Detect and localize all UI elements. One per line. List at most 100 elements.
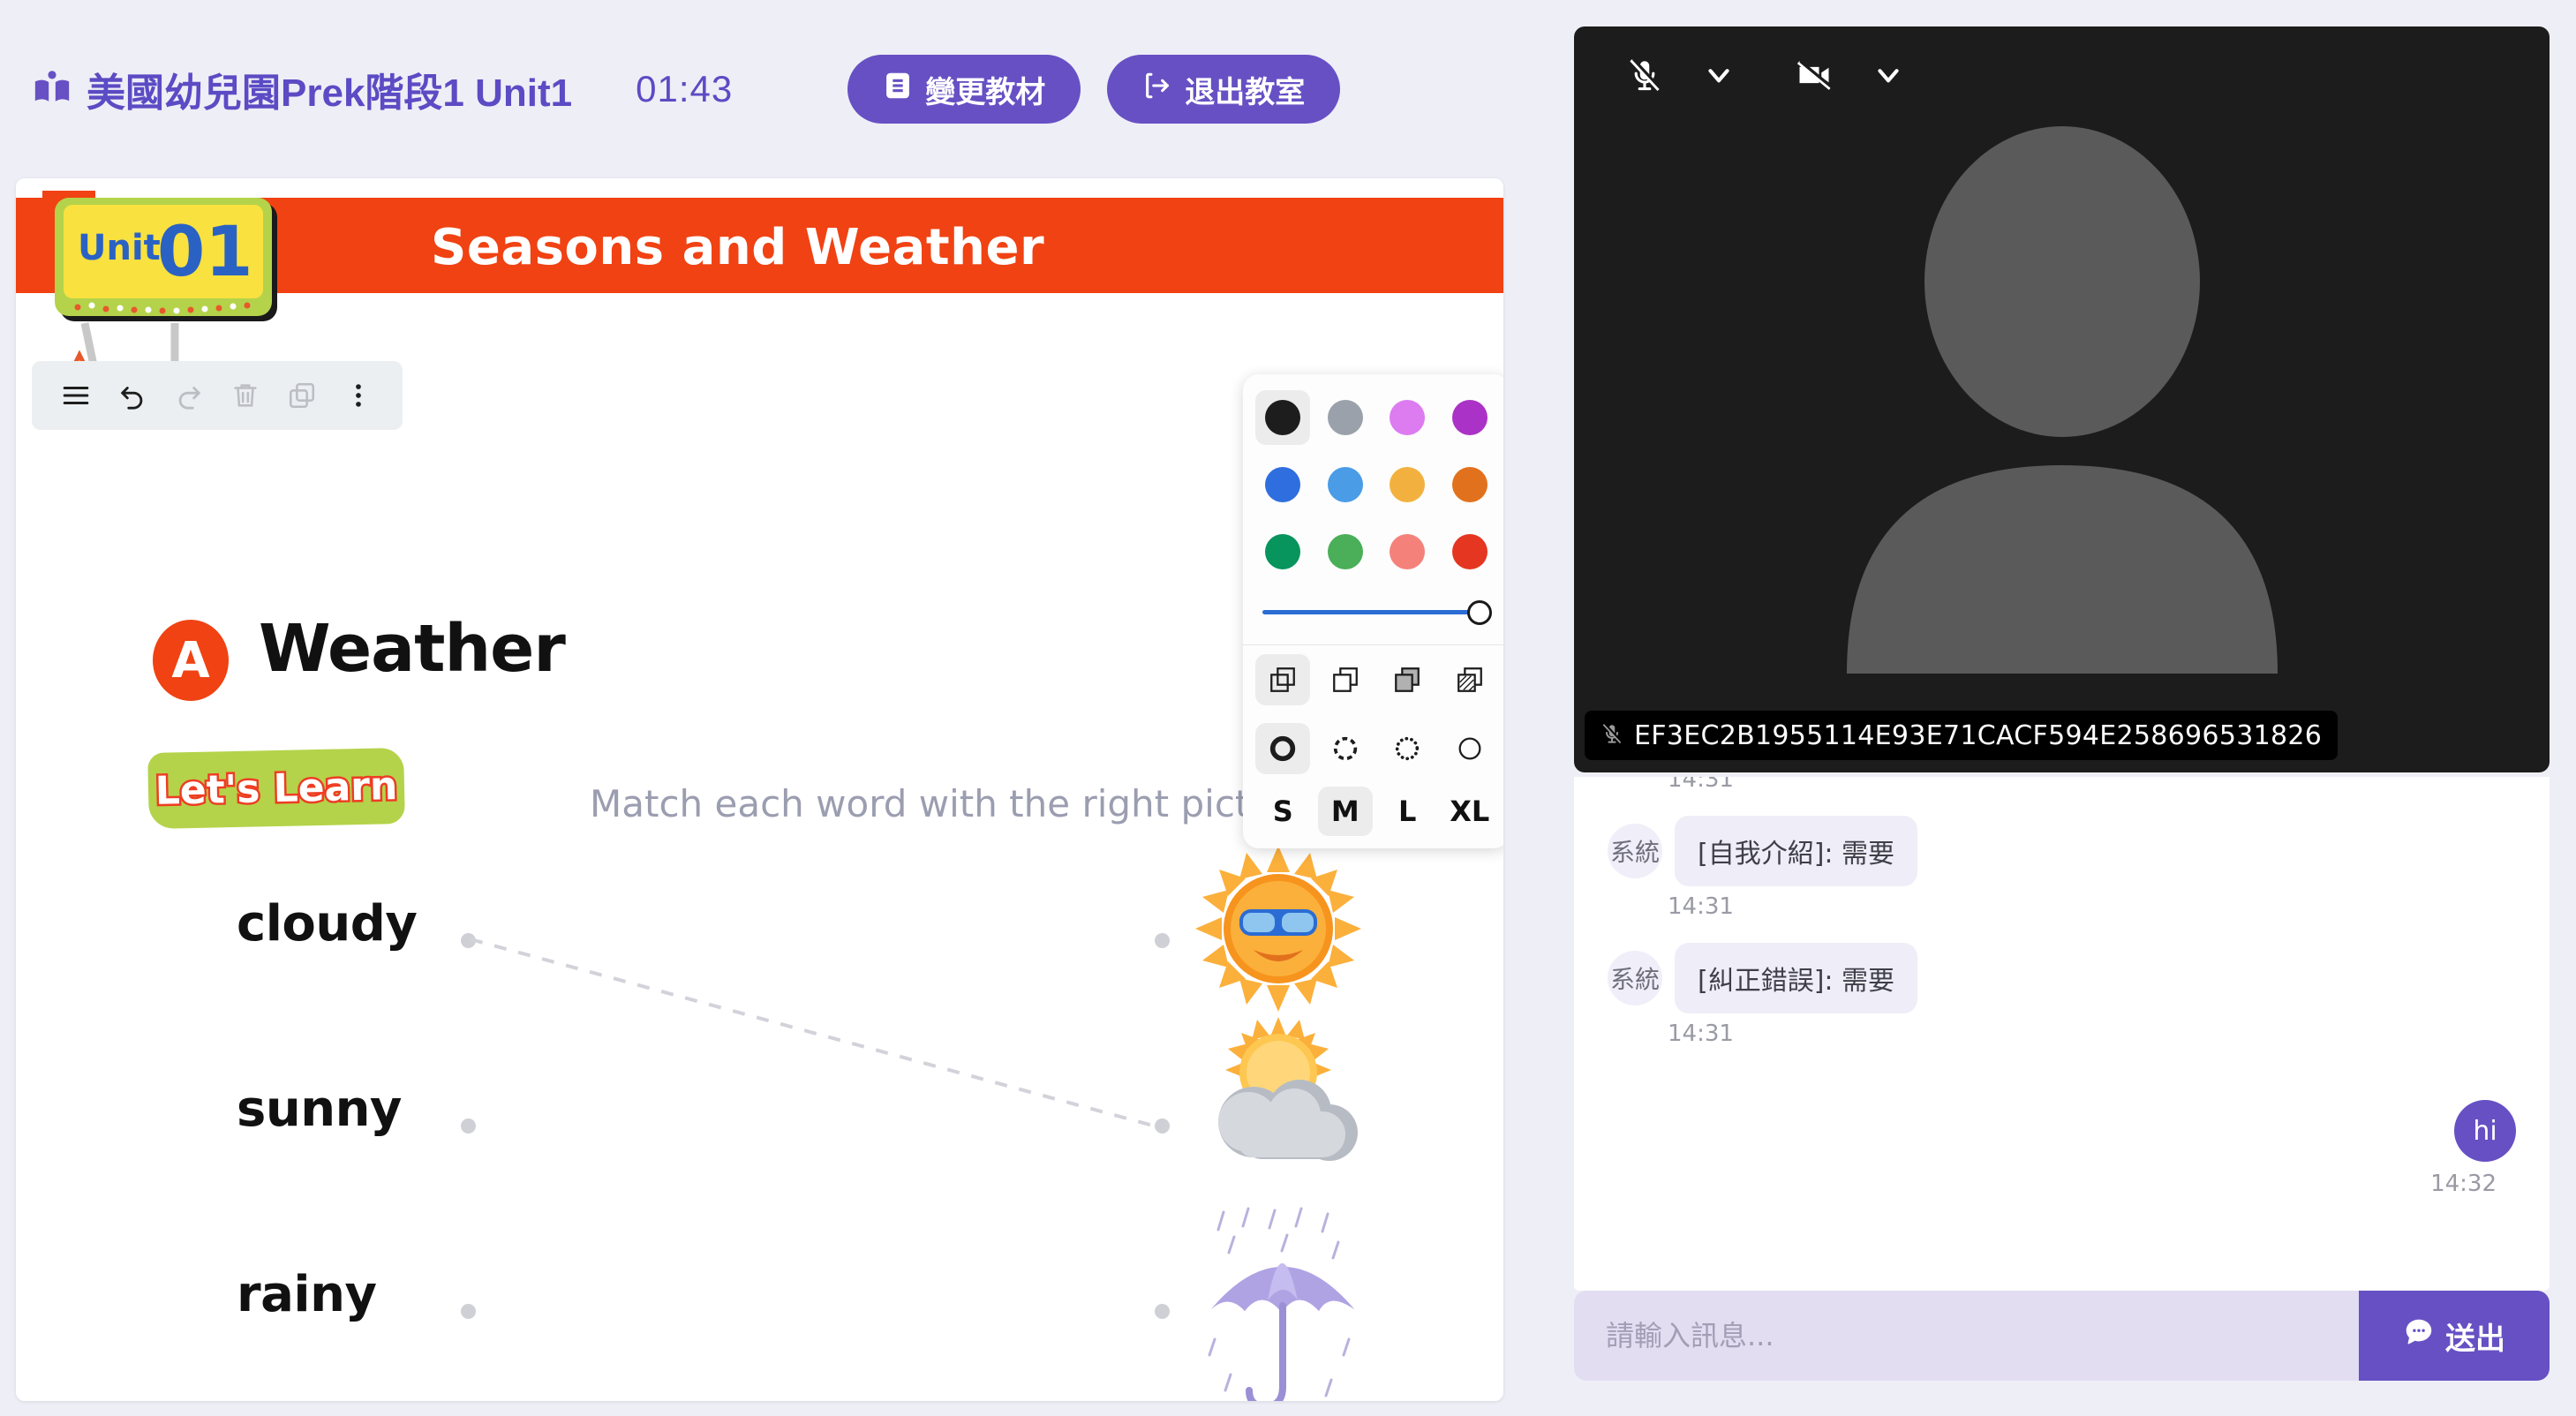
page-title: 美國幼兒園Prek階段1 Unit1 [87,72,573,115]
fill-hachure-icon[interactable] [1318,654,1373,705]
color-swatch-light-blue[interactable] [1318,457,1373,512]
stroke-dashed-icon[interactable] [1318,723,1373,774]
chat-message-row: 系統 [糾正錯誤]: 需要 [1608,943,2516,1013]
banner-title: Seasons and Weather [431,219,1045,276]
color-swatch-green[interactable] [1318,524,1373,579]
umbrella-rain-icon [1208,1207,1354,1401]
chat-input[interactable] [1574,1291,2359,1381]
section-title: Weather [259,611,566,687]
color-swatch-pink[interactable] [1380,390,1435,445]
stroke-solid-icon[interactable] [1255,723,1311,774]
color-palette [1243,385,1503,581]
send-button[interactable]: 送出 [2359,1291,2550,1381]
video-panel: EF3EC2B1955114E93E71CACF594E258696531826 [1574,26,2550,772]
word-dot-sunny[interactable] [461,1118,476,1134]
chat-panel[interactable]: 14:31 系統 [自我介紹]: 需要 14:31 系統 [糾正錯誤]: 需要 … [1574,777,2550,1291]
sun-sunglasses-icon [1195,846,1361,1012]
section-badge: A [153,620,229,701]
fill-transparent-icon[interactable] [1255,654,1311,705]
fill-style-row [1243,645,1503,714]
participant-name-label: EF3EC2B1955114E93E71CACF594E258696531826 [1634,719,2323,751]
chat-message-list[interactable]: 14:31 系統 [自我介紹]: 需要 14:31 系統 [糾正錯誤]: 需要 … [1574,777,2550,1291]
stroke-thin-icon[interactable] [1442,723,1497,774]
color-swatch-salmon[interactable] [1380,524,1435,579]
fill-solid-icon[interactable] [1380,654,1435,705]
color-swatch-red[interactable] [1442,524,1497,579]
trash-icon[interactable] [222,373,268,418]
size-m-button[interactable]: M [1317,787,1373,836]
size-xl-button[interactable]: XL [1442,787,1497,836]
color-swatch-purple[interactable] [1442,390,1497,445]
color-swatch-teal[interactable] [1255,524,1310,579]
pic-dot-sun[interactable] [1155,933,1170,948]
chat-timestamp: 14:31 [1668,1021,1734,1047]
book-reader-icon [32,69,72,109]
book-icon [883,71,913,109]
pic-dot-umbrella[interactable] [1155,1304,1170,1319]
instruction-text: Match each word with the right picture. [590,782,1322,825]
exit-classroom-button[interactable]: 退出教室 [1107,55,1341,124]
unit-plaque: Unit 01 [42,191,277,385]
lets-learn-label: Let's Learn [153,761,400,816]
chat-input-bar: 送出 [1574,1291,2550,1381]
svg-text:01: 01 [157,213,253,292]
color-swatch-gray[interactable] [1318,390,1373,445]
user-avatar-icon [1574,26,2550,772]
slider-thumb[interactable] [1467,600,1492,625]
chat-send-icon [2403,1316,2435,1356]
camera-dropdown-chevron-down-icon[interactable] [1855,41,1922,109]
stroke-style-row [1243,714,1503,783]
color-swatch-yellow[interactable] [1380,457,1435,512]
mic-dropdown-chevron-down-icon[interactable] [1685,41,1752,109]
app-header: 美國幼兒園Prek階段1 Unit1 01:43 變更教材 退出教室 [0,0,1574,178]
chat-message-bubble: [自我介紹]: 需要 [1675,816,1918,886]
chat-sender-avatar: 系統 [1608,951,1662,1006]
more-vertical-icon[interactable] [335,373,381,418]
word-sunny[interactable]: sunny [237,1081,402,1138]
chat-timestamp: 14:31 [1668,893,1734,920]
send-button-label: 送出 [2445,1322,2505,1356]
chat-message-bubble-own: hi [2454,1100,2516,1162]
change-material-button[interactable]: 變更教材 [847,55,1081,124]
svg-text:Unit: Unit [78,228,161,268]
color-swatch-blue[interactable] [1255,457,1310,512]
color-swatch-orange[interactable] [1442,457,1497,512]
exit-classroom-label: 退出教室 [1185,75,1306,109]
participant-name-chip: EF3EC2B1955114E93E71CACF594E258696531826 [1585,711,2339,760]
fill-cross-hatch-icon[interactable] [1442,654,1497,705]
chat-message-row-own: hi [1608,1100,2516,1162]
sun-behind-cloud-icon [1218,1017,1358,1161]
word-cloudy[interactable]: cloudy [237,895,418,953]
word-dot-cloudy[interactable] [461,933,476,948]
courseware-canvas[interactable]: Seasons and Weather Unit 01 A Weather Le… [16,178,1503,1401]
style-properties-panel: S M L XL [1243,374,1503,848]
redo-icon[interactable] [166,373,212,418]
duplicate-icon[interactable] [279,373,325,418]
word-rainy[interactable]: rainy [237,1266,377,1323]
canvas-edit-toolbar [32,361,403,430]
participant-mic-off-icon [1601,722,1623,749]
size-s-button[interactable]: S [1255,787,1310,836]
lets-learn-ribbon: Let's Learn [147,747,405,830]
stroke-dotted-icon[interactable] [1380,723,1435,774]
stroke-width-slider-row [1243,581,1503,644]
camera-off-icon[interactable] [1781,41,1848,109]
color-swatch-black[interactable] [1255,390,1311,445]
change-material-label: 變更教材 [925,75,1046,109]
chat-sender-avatar: 系統 [1608,824,1662,878]
chat-timestamp-own: 14:32 [2430,1171,2497,1197]
chat-message-bubble: [糾正錯誤]: 需要 [1675,943,1918,1013]
session-timer: 01:43 [636,68,734,109]
size-row: S M L XL [1243,783,1503,848]
chat-message-row: 系統 [自我介紹]: 需要 [1608,816,2516,886]
stroke-width-slider[interactable] [1262,600,1492,625]
size-l-button[interactable]: L [1380,787,1435,836]
logout-icon [1142,71,1172,109]
word-dot-rainy[interactable] [461,1304,476,1319]
video-controls [1574,26,2550,124]
undo-icon[interactable] [109,373,155,418]
menu-icon[interactable] [53,373,99,418]
slider-track [1262,610,1490,614]
pic-dot-cloud[interactable] [1155,1118,1170,1134]
mic-off-icon[interactable] [1611,41,1678,109]
